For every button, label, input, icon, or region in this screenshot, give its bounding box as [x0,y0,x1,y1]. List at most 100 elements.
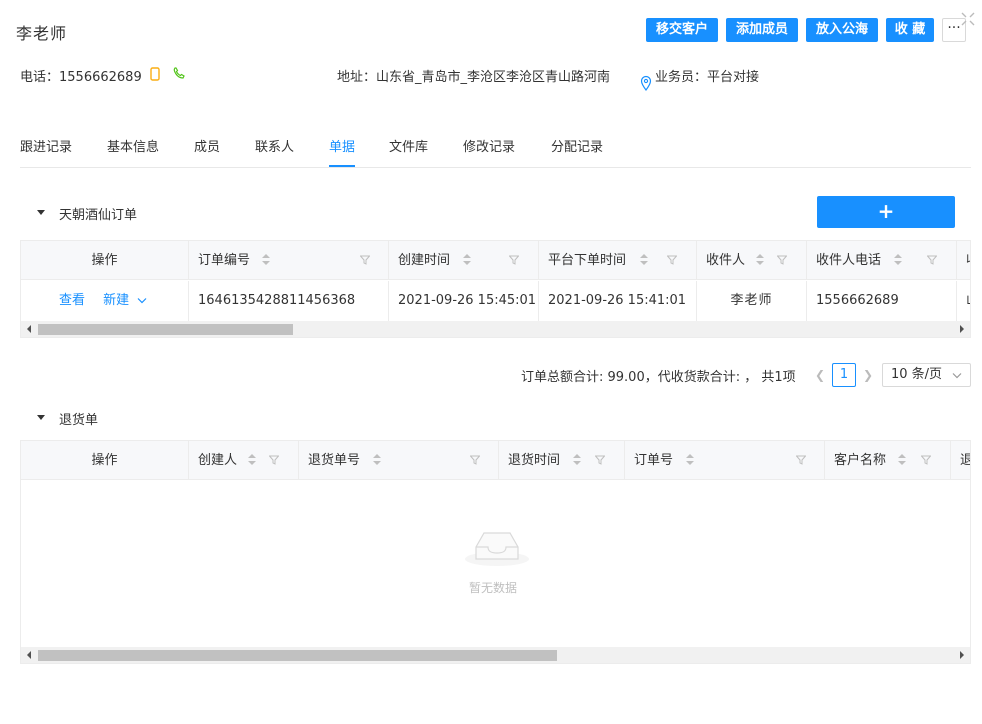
orders-table-header: 操作 订单编号 创建时间 平台下单时间 收件人 收件人电话 收 [21,241,970,280]
page-size-value: 10 条/页 [891,367,943,382]
chevron-down-icon [952,373,962,379]
tab-documents[interactable]: 单据 [329,136,356,167]
sort-icon[interactable] [262,254,270,266]
col-created-time[interactable]: 创建时间 [389,241,539,280]
filter-icon[interactable] [667,255,677,265]
tab-assign-records[interactable]: 分配记录 [551,136,603,167]
tab-bar: 跟进记录 基本信息 成员 联系人 单据 文件库 修改记录 分配记录 [20,130,971,168]
filter-icon[interactable] [360,255,370,265]
col-return-time[interactable]: 退货时间 [499,441,625,480]
orders-table: 操作 订单编号 创建时间 平台下单时间 收件人 收件人电话 收 [20,240,971,338]
filter-icon[interactable] [927,255,937,265]
cell-platform-time: 2021-09-26 15:41:01 [539,281,697,321]
address-value: 山东省_青岛市_李沧区李沧区青山路河南 [376,70,611,85]
tab-contacts[interactable]: 联系人 [255,136,294,167]
tab-edit-records[interactable]: 修改记录 [463,136,515,167]
returns-horizontal-scrollbar[interactable] [21,647,970,663]
sort-icon[interactable] [463,254,471,266]
col-platform-time[interactable]: 平台下单时间 [539,241,697,280]
put-into-pool-button[interactable]: 放入公海 [806,18,878,42]
filter-icon[interactable] [921,455,931,465]
sort-icon[interactable] [898,454,906,466]
call-icon[interactable] [172,66,186,84]
filter-icon[interactable] [269,455,279,465]
filter-icon[interactable] [509,255,519,265]
phone-value: 1556662689 [59,70,142,85]
location-icon[interactable] [640,75,652,95]
col-actions: 操作 [21,441,189,480]
tab-follow-records[interactable]: 跟进记录 [20,136,72,167]
col-creator[interactable]: 创建人 [189,441,299,480]
add-order-button[interactable]: + [817,196,955,228]
scroll-thumb[interactable] [38,324,293,335]
create-dropdown[interactable]: 新建 [103,293,147,308]
tab-file-library[interactable]: 文件库 [389,136,428,167]
col-platform-time-label: 平台下单时间 [548,253,627,268]
sort-icon[interactable] [373,454,381,466]
col-creator-label: 创建人 [198,453,238,468]
prev-page-icon[interactable]: ❮ [812,363,828,387]
phone-label: 电话： [20,70,60,85]
cell-order-no: 1646135428811456368 [189,281,389,321]
tab-basic-info[interactable]: 基本信息 [107,136,159,167]
row-actions: 查看 新建 [21,281,189,321]
col-order-no[interactable]: 订单号 [625,441,825,480]
col-return-no-label: 退货单号 [308,453,361,468]
filter-icon[interactable] [796,455,806,465]
sort-icon[interactable] [248,454,256,466]
col-truncated: 收 [957,241,970,280]
create-label: 新建 [103,293,130,308]
cell-receiver: 李老师 [697,281,807,321]
sort-icon[interactable] [894,254,902,266]
collapse-returns-icon[interactable] [37,415,45,420]
scroll-right-icon[interactable] [960,325,964,333]
close-icon[interactable] [960,12,976,28]
filter-icon[interactable] [777,255,787,265]
col-truncated: 退 [951,441,970,480]
chevron-down-icon [137,298,147,304]
cell-truncated: 山 [957,281,970,321]
view-link[interactable]: 查看 [59,293,85,308]
next-page-icon[interactable]: ❯ [860,363,876,387]
filter-icon[interactable] [595,455,605,465]
col-receiver-label: 收件人 [706,253,746,268]
sort-icon[interactable] [756,254,764,266]
cell-receiver-phone: 1556662689 [807,281,957,321]
col-return-time-label: 退货时间 [508,453,561,468]
scroll-thumb[interactable] [38,650,557,661]
col-receiver-phone[interactable]: 收件人电话 [807,241,957,280]
col-customer-name[interactable]: 客户名称 [825,441,951,480]
collapse-orders-icon[interactable] [37,210,45,215]
empty-inbox-icon [464,525,530,573]
page-number-button[interactable]: 1 [832,363,856,387]
transfer-customer-button[interactable]: 移交客户 [646,18,718,42]
page-size-select[interactable]: 10 条/页 [882,363,971,387]
returns-section-title: 退货单 [59,413,99,428]
scroll-right-icon[interactable] [960,651,964,659]
sort-icon[interactable] [573,454,581,466]
salesman-label: 业务员： [655,70,708,85]
col-order-no-label: 订单号 [634,453,674,468]
col-receiver[interactable]: 收件人 [697,241,807,280]
tab-members[interactable]: 成员 [194,136,220,167]
col-actions: 操作 [21,241,189,280]
scroll-left-icon[interactable] [27,651,31,659]
salesman-info: 业务员：平台对接 [655,66,759,85]
sort-icon[interactable] [686,454,694,466]
col-return-no[interactable]: 退货单号 [299,441,499,480]
phone-info: 电话：1556662689 [20,66,142,85]
col-order-no[interactable]: 订单编号 [189,241,389,280]
cell-created-time: 2021-09-26 15:45:01 [389,281,539,321]
mobile-icon[interactable] [150,67,160,85]
address-label: 地址： [337,70,377,85]
add-member-button[interactable]: 添加成员 [726,18,798,42]
orders-horizontal-scrollbar[interactable] [21,321,970,337]
filter-icon[interactable] [470,455,480,465]
scroll-left-icon[interactable] [27,325,31,333]
col-order-no-label: 订单编号 [198,253,251,268]
sort-icon[interactable] [640,254,648,266]
favorite-button[interactable]: 收 藏 [886,18,934,42]
col-created-time-label: 创建时间 [398,253,451,268]
orders-summary: 订单总额合计: 99.00，代收货款合计: ， 共1项 [521,370,796,385]
empty-text: 暂无数据 [469,581,518,595]
